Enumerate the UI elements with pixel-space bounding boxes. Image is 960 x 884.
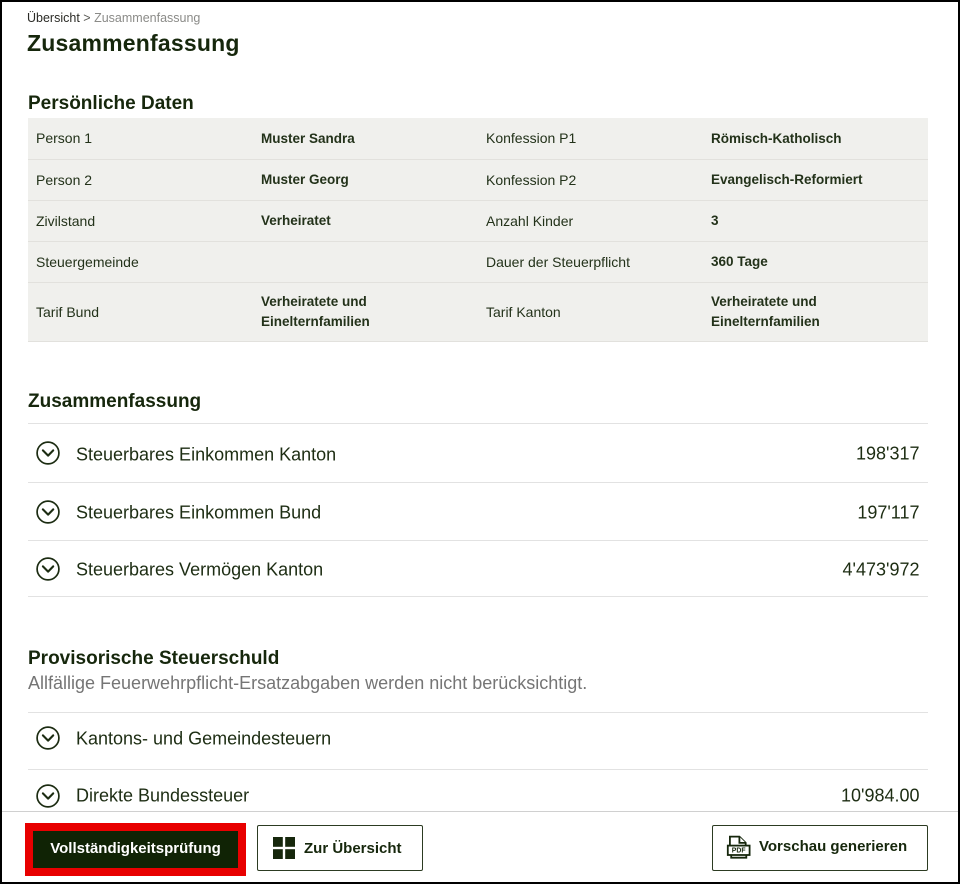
svg-text:PDF: PDF (732, 848, 746, 855)
